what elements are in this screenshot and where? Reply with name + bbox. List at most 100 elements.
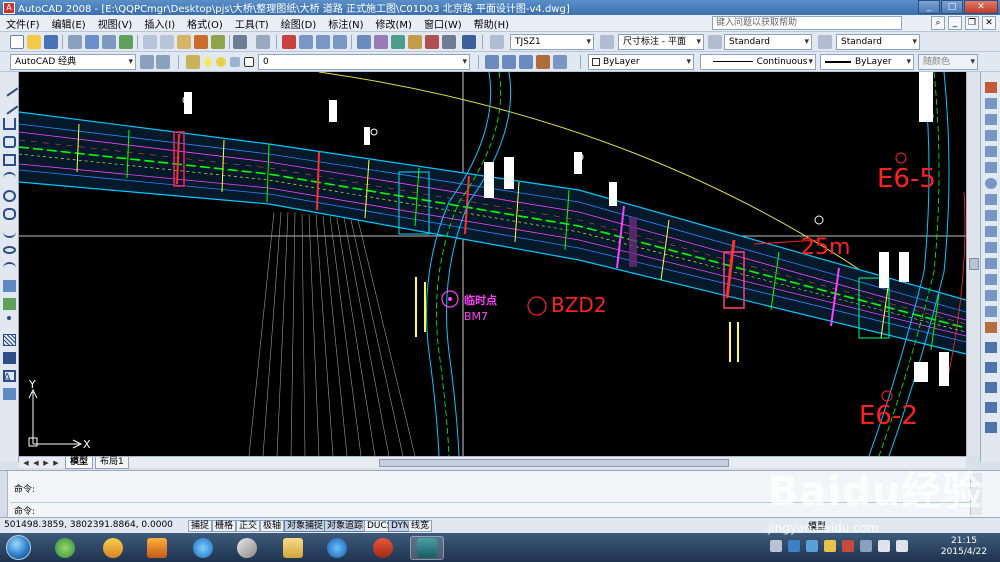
menu-draw[interactable]: 绘图(D) — [275, 16, 323, 31]
toggle-grid[interactable]: 栅格 — [212, 520, 237, 532]
revision-cloud-icon[interactable] — [3, 208, 16, 220]
move-icon[interactable] — [985, 162, 997, 173]
dim-style-dropdown[interactable]: 尺寸标注 - 平面 — [618, 34, 704, 50]
new-icon[interactable] — [10, 35, 24, 49]
polyline-icon[interactable] — [3, 118, 16, 130]
design-center-icon[interactable] — [374, 35, 388, 49]
make-current-layer-icon[interactable] — [485, 55, 499, 69]
draw-order-icon[interactable] — [985, 342, 997, 353]
menu-edit[interactable]: 编辑(E) — [46, 16, 92, 31]
offset-icon[interactable] — [985, 130, 997, 141]
match-properties-icon[interactable] — [194, 35, 208, 49]
pan-icon[interactable] — [282, 35, 296, 49]
undo-icon[interactable] — [233, 35, 247, 49]
mirror-icon[interactable] — [985, 114, 997, 125]
drawing-canvas[interactable]: E6-5 E6-2 25m BZD2 临时点 BM7 Y X — [19, 72, 966, 456]
save-workspace-icon[interactable] — [156, 55, 170, 69]
help-icon[interactable] — [462, 35, 476, 49]
copy-icon[interactable] — [160, 35, 174, 49]
rotate-icon[interactable] — [985, 178, 997, 189]
workspace-settings-icon[interactable] — [140, 55, 154, 69]
menu-format[interactable]: 格式(O) — [181, 16, 229, 31]
maximize-button[interactable]: □ — [941, 0, 963, 14]
table-icon[interactable] — [3, 388, 16, 400]
tray-app-icon[interactable] — [842, 540, 854, 552]
tray-help-icon[interactable] — [770, 540, 782, 552]
paste-icon[interactable] — [177, 35, 191, 49]
array-icon[interactable] — [985, 146, 997, 157]
save-icon[interactable] — [44, 35, 58, 49]
doc-close-button[interactable]: ✕ — [982, 16, 996, 30]
menu-insert[interactable]: 插入(I) — [138, 16, 181, 31]
plot-icon[interactable] — [68, 35, 82, 49]
toggle-ortho[interactable]: 正交 — [236, 520, 261, 532]
tray-app-icon[interactable] — [788, 540, 800, 552]
start-button[interactable] — [6, 535, 31, 560]
search-icon[interactable]: ⌕ — [931, 16, 945, 30]
break-icon[interactable] — [985, 258, 997, 269]
explode-icon[interactable] — [985, 322, 997, 333]
command-input[interactable]: 命令: — [14, 504, 35, 517]
zoom-previous-icon[interactable] — [333, 35, 347, 49]
rectangle-icon[interactable] — [3, 154, 16, 166]
tray-volume-icon[interactable] — [878, 540, 890, 552]
block-editor-icon[interactable] — [211, 35, 225, 49]
taskbar-app-shield[interactable] — [140, 536, 174, 560]
extend-icon[interactable] — [985, 242, 997, 253]
toggle-snap[interactable]: 捕捉 — [188, 520, 213, 532]
taskbar-app-game[interactable] — [366, 536, 400, 560]
layer-state-icon[interactable] — [519, 55, 533, 69]
text-above-icon[interactable] — [985, 402, 997, 413]
taskbar-app-browser[interactable] — [48, 536, 82, 560]
cut-icon[interactable] — [143, 35, 157, 49]
tab-layout1[interactable]: 布局1 — [95, 457, 129, 469]
tool-palettes-icon[interactable] — [391, 35, 405, 49]
vertical-scrollbar[interactable] — [966, 72, 980, 456]
layer-previous-icon[interactable] — [502, 55, 516, 69]
toggle-osnap[interactable]: 对象捕捉 — [284, 520, 327, 532]
ellipse-arc-icon[interactable] — [3, 262, 16, 274]
tray-network-icon[interactable] — [860, 540, 872, 552]
last-tab-button[interactable]: ▶ — [51, 458, 61, 468]
chamfer-icon[interactable] — [985, 290, 997, 301]
stretch-icon[interactable] — [985, 210, 997, 221]
model-space-label[interactable]: 模型 — [808, 519, 826, 532]
redo-icon[interactable] — [256, 35, 270, 49]
layer-dropdown[interactable]: 0 — [258, 54, 470, 70]
hatch-back-icon[interactable] — [985, 422, 997, 433]
tray-app-icon[interactable] — [806, 540, 818, 552]
workspace-dropdown[interactable]: AutoCAD 经典 — [10, 54, 136, 70]
arc-icon[interactable] — [3, 172, 16, 184]
doc-minimize-button[interactable]: _ — [948, 16, 962, 30]
command-scrollbar[interactable] — [970, 473, 982, 515]
layer-isolate-icon[interactable] — [553, 55, 567, 69]
next-tab-button[interactable]: ▶ — [41, 458, 51, 468]
erase-icon[interactable] — [985, 82, 997, 93]
gradient-icon[interactable] — [3, 352, 16, 364]
join-icon[interactable] — [985, 274, 997, 285]
tab-model[interactable]: 模型 — [65, 457, 94, 469]
menu-dimension[interactable]: 标注(N) — [322, 16, 369, 31]
taskbar-app-qq[interactable] — [96, 536, 130, 560]
help-search-input[interactable]: 键入问题以获取帮助 — [712, 16, 902, 30]
menu-help[interactable]: 帮助(H) — [468, 16, 515, 31]
toggle-otrack[interactable]: 对象追踪 — [324, 520, 367, 532]
send-back-icon[interactable] — [985, 382, 997, 393]
taskbar-app-autocad[interactable] — [410, 536, 444, 560]
properties-icon[interactable] — [357, 35, 371, 49]
menu-modify[interactable]: 修改(M) — [370, 16, 418, 31]
preview-icon[interactable] — [85, 35, 99, 49]
taskbar-app-paint[interactable] — [230, 536, 264, 560]
toggle-polar[interactable]: 极轴 — [260, 520, 285, 532]
zoom-window-icon[interactable] — [316, 35, 330, 49]
calculator-icon[interactable] — [442, 35, 456, 49]
line-icon[interactable] — [0, 79, 19, 97]
open-icon[interactable] — [27, 35, 41, 49]
insert-block-icon[interactable] — [3, 280, 16, 292]
vertical-scroll-thumb[interactable] — [969, 258, 979, 270]
close-button[interactable]: ✕ — [964, 0, 998, 14]
make-block-icon[interactable] — [3, 298, 16, 310]
construction-line-icon[interactable] — [0, 97, 19, 115]
scale-icon[interactable] — [985, 194, 997, 205]
command-window-grip[interactable] — [0, 471, 8, 518]
